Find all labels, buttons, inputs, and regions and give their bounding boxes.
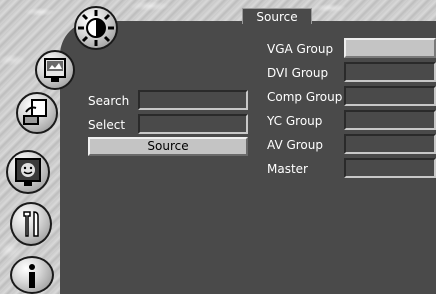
brightness-icon[interactable] xyxy=(74,6,118,50)
dvi-group-label: DVI Group xyxy=(267,66,329,80)
osd-screen: Source Search Select Source VGA Group DV… xyxy=(0,0,436,294)
comp-group-field[interactable] xyxy=(344,86,436,106)
av-group-field[interactable] xyxy=(344,134,436,154)
display-face-icon[interactable] xyxy=(6,150,50,194)
master-label: Master xyxy=(267,162,308,176)
page-title: Source xyxy=(242,8,312,24)
master-field[interactable] xyxy=(344,158,436,178)
info-icon[interactable] xyxy=(10,256,54,294)
dvi-group-field[interactable] xyxy=(344,62,436,82)
search-label: Search xyxy=(88,94,130,108)
vga-group-label: VGA Group xyxy=(267,42,334,56)
comp-group-label: Comp Group xyxy=(267,90,343,104)
source-button[interactable]: Source xyxy=(88,137,248,156)
picture-icon[interactable] xyxy=(35,50,75,90)
search-field[interactable] xyxy=(138,90,248,110)
tools-icon[interactable] xyxy=(10,202,52,246)
select-label: Select xyxy=(88,118,126,132)
av-group-label: AV Group xyxy=(267,138,323,152)
yc-group-field[interactable] xyxy=(344,110,436,130)
input-icon[interactable] xyxy=(16,92,58,134)
select-field[interactable] xyxy=(138,114,248,134)
yc-group-label: YC Group xyxy=(267,114,323,128)
vga-group-field[interactable] xyxy=(344,38,436,58)
